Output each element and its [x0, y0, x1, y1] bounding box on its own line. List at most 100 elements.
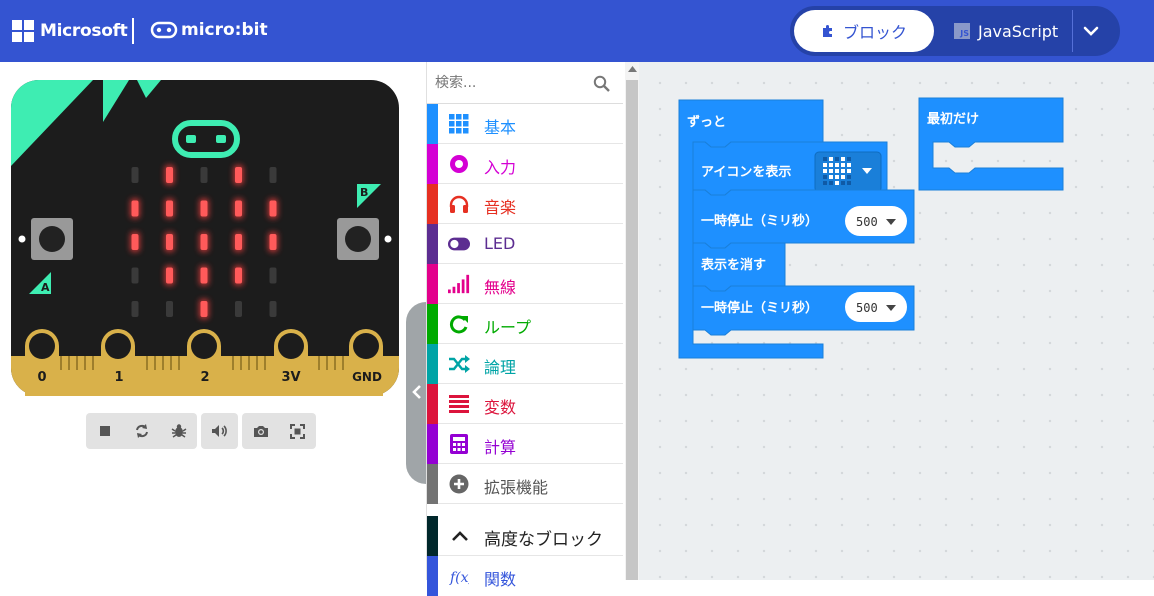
- led-on: [200, 234, 208, 250]
- led-on: [166, 267, 173, 284]
- microsoft-logo[interactable]: Microsoft: [12, 20, 128, 42]
- toolbox-gap: [427, 504, 623, 516]
- block-toolbox: 基本 入力 音楽 LED 無線: [426, 62, 640, 596]
- led-on: [269, 234, 277, 250]
- icon-pixel-on: [841, 163, 845, 167]
- function-icon: f(x): [448, 565, 470, 587]
- stop-icon: [99, 426, 110, 436]
- fullscreen-button[interactable]: [279, 413, 316, 449]
- category-color-stripe: [427, 424, 438, 464]
- javascript-mode-button[interactable]: JS JavaScript: [954, 10, 1058, 52]
- pause-block-1[interactable]: 一時停止（ミリ秒） 500: [692, 189, 915, 249]
- category-basic[interactable]: 基本: [427, 104, 623, 144]
- sim-sound-group: [201, 413, 238, 449]
- icon-pixel-on: [823, 169, 827, 173]
- category-label: ループ: [484, 318, 532, 337]
- category-color-stripe: [427, 304, 438, 344]
- javascript-mode-label: JavaScript: [978, 21, 1059, 41]
- pin-gnd[interactable]: GND: [349, 329, 383, 396]
- category-math[interactable]: 計算: [427, 424, 623, 464]
- debug-icon: [171, 424, 186, 438]
- svg-text:f(x): f(x): [449, 570, 469, 586]
- led-off: [200, 167, 208, 183]
- category-extensions[interactable]: 拡張機能: [427, 464, 623, 504]
- category-label: 入力: [484, 158, 517, 177]
- led-on: [166, 167, 173, 183]
- scrollbar-thumb[interactable]: [626, 80, 638, 580]
- pin-2[interactable]: 2: [187, 329, 221, 396]
- mode-divider: [1072, 10, 1073, 52]
- screenshot-button[interactable]: [242, 413, 279, 449]
- category-music[interactable]: 音楽: [427, 184, 623, 224]
- led-on: [131, 234, 139, 250]
- led-off: [131, 301, 139, 317]
- simulator-collapse-button[interactable]: [406, 302, 428, 484]
- led-on: [200, 267, 208, 284]
- category-radio[interactable]: 無線: [427, 264, 623, 304]
- category-color-stripe: [427, 184, 438, 224]
- category-led[interactable]: LED: [427, 224, 623, 264]
- pause-value-2: 500: [856, 301, 878, 315]
- blocks-mode-label: ブロック: [842, 23, 907, 42]
- clear-screen-label: 表示を消す: [700, 257, 766, 273]
- restart-button[interactable]: [123, 413, 160, 449]
- led-on: [166, 234, 173, 250]
- chevron-up-icon: [452, 531, 468, 541]
- grid-icon: [448, 113, 470, 135]
- microbit-logo[interactable]: micro:bit: [150, 20, 268, 40]
- category-loops[interactable]: ループ: [427, 304, 623, 344]
- led-off: [166, 301, 173, 317]
- category-input[interactable]: 入力: [427, 144, 623, 184]
- pin-1[interactable]: 1: [101, 329, 135, 396]
- icon-pixel-on: [835, 175, 839, 179]
- on-start-block[interactable]: 最初だけ: [918, 97, 1064, 191]
- toolbox-scrollbar[interactable]: [625, 62, 640, 580]
- input-icon: [448, 153, 470, 175]
- pin-0[interactable]: 0: [25, 329, 59, 396]
- blocks-workspace[interactable]: ずっと アイコンを表示 一時停止（ミリ秒） 500 表示を消す 一時停止（ミリ秒…: [639, 62, 1154, 580]
- icon-pixel-on: [835, 181, 839, 185]
- debug-button[interactable]: [160, 413, 197, 449]
- top-header: Microsoft micro:bit ブロック JS JavaScript: [0, 0, 1154, 62]
- pause-block-2[interactable]: 一時停止（ミリ秒） 500: [692, 285, 915, 336]
- icon-pixel-on: [841, 157, 845, 161]
- category-logic[interactable]: 論理: [427, 344, 623, 384]
- search-icon[interactable]: [593, 75, 610, 92]
- category-label: 基本: [484, 118, 517, 137]
- button-a-label: A: [41, 281, 50, 294]
- led-on: [200, 301, 208, 317]
- workspace-canvas: ずっと アイコンを表示 一時停止（ミリ秒） 500 表示を消す 一時停止（ミリ秒…: [678, 97, 1064, 359]
- led-on: [200, 200, 208, 217]
- category-label: 論理: [484, 358, 517, 377]
- category-label: 音楽: [484, 198, 517, 217]
- screenshot-icon: [253, 426, 268, 437]
- category-functions[interactable]: f(x) 関数: [427, 556, 623, 596]
- calculator-icon: [448, 433, 470, 455]
- category-variables[interactable]: 変数: [427, 384, 623, 424]
- chevron-down-icon[interactable]: [1082, 22, 1100, 40]
- blocks-mode-button[interactable]: ブロック: [794, 10, 934, 52]
- headphones-icon: [448, 193, 470, 215]
- pin-3v[interactable]: 3V: [274, 329, 308, 396]
- category-color-stripe: [427, 144, 438, 184]
- search-input[interactable]: [435, 68, 615, 98]
- puzzle-icon: [822, 25, 832, 37]
- microbit-board[interactable]: A B 0 1 2 3V GND: [11, 80, 399, 396]
- category-color-stripe: [427, 464, 438, 504]
- advanced-blocks-label: 高度なブロック: [484, 530, 603, 550]
- icon-pixel-on: [835, 169, 839, 173]
- microsoft-windows-icon: [12, 20, 34, 42]
- clear-screen-block[interactable]: 表示を消す: [692, 242, 786, 292]
- pin-label: 2: [200, 370, 209, 385]
- logo-eye-right: [216, 135, 226, 143]
- advanced-blocks-toggle[interactable]: 高度なブロック: [427, 516, 623, 556]
- stop-button[interactable]: [86, 413, 123, 449]
- show-icon-block[interactable]: アイコンを表示: [692, 141, 888, 196]
- sim-control-group: [86, 413, 197, 449]
- category-label: 変数: [484, 398, 517, 417]
- scroll-up-arrow-icon[interactable]: [628, 66, 637, 72]
- logo-eye-left: [186, 135, 196, 143]
- chevron-left-icon: [412, 385, 421, 399]
- led-on: [269, 200, 277, 217]
- mute-button[interactable]: [201, 413, 238, 449]
